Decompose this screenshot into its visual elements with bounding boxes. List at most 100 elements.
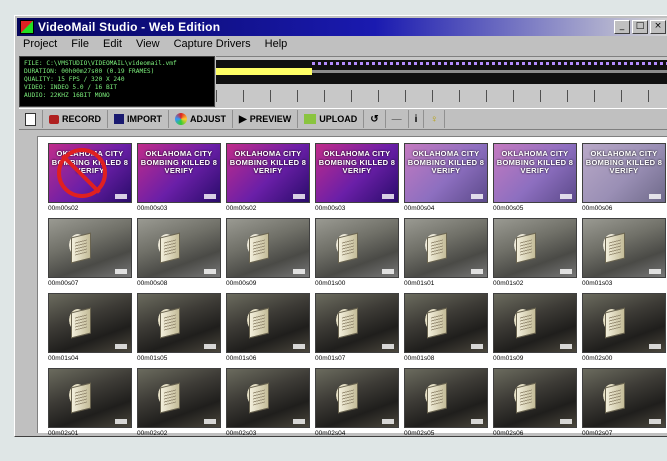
new-document-button[interactable]	[19, 110, 43, 128]
thumbnail[interactable]: OKLAHOMA CITY BOMBING KILLED 8 VERIFY 00m…	[48, 143, 137, 218]
thumbnail-frame	[137, 218, 221, 278]
thumbnail-timecode: 00m01s04	[48, 355, 79, 362]
menu-help[interactable]: Help	[263, 38, 290, 54]
thumbnail[interactable]: OKLAHOMA CITY BOMBING KILLED 8 VERIFY 00m…	[493, 143, 582, 218]
menu-file[interactable]: File	[69, 38, 91, 54]
thumbnail[interactable]: 00m01s09	[493, 293, 582, 368]
thumbnail[interactable]: 00m02s05	[404, 368, 493, 436]
thumbnail[interactable]: 00m02s01	[48, 368, 137, 436]
close-button[interactable]: ×	[650, 20, 666, 34]
thumbnail[interactable]: OKLAHOMA CITY BOMBING KILLED 8 VERIFY 00m…	[137, 143, 226, 218]
logo-badge	[471, 344, 483, 349]
thumbnail-frame	[582, 368, 666, 428]
thumbnail[interactable]: OKLAHOMA CITY BOMBING KILLED 8 VERIFY 00m…	[582, 143, 667, 218]
timeline-ruler	[216, 90, 667, 102]
thumbnail-frame	[404, 218, 488, 278]
thumbnail-frame	[315, 368, 399, 428]
thumbnail-timecode: 00m01s09	[493, 355, 524, 362]
undo-button[interactable]: ↺	[364, 110, 386, 128]
info-quality: QUALITY: 15 FPS / 320 X 240	[24, 76, 125, 83]
logo-badge	[204, 419, 216, 424]
title-card-text: OKLAHOMA CITY BOMBING KILLED 8 VERIFY	[229, 149, 307, 175]
thumbnail-frame	[226, 293, 310, 353]
thumbnail-panel[interactable]: OKLAHOMA CITY BOMBING KILLED 8 VERIFY 00m…	[37, 136, 667, 436]
cut-button[interactable]: —	[386, 110, 409, 128]
thumbnail-frame	[48, 368, 132, 428]
timeline[interactable]	[216, 56, 667, 108]
info-file: FILE: C:\VMSTUDIO\VIDEOMAIL\videomail.vm…	[24, 60, 177, 67]
thumbnail-timecode: 00m01s06	[226, 355, 257, 362]
building-image	[427, 232, 447, 264]
thumbnail[interactable]: 00m01s04	[48, 293, 137, 368]
thumbnail[interactable]: 00m02s00	[582, 293, 667, 368]
thumbnail[interactable]: 00m01s03	[582, 218, 667, 293]
title-bar[interactable]: VideoMail Studio - Web Edition _ □ ×	[17, 18, 667, 36]
building-image	[427, 382, 447, 414]
timeline-selection[interactable]	[216, 68, 312, 75]
thumbnail-frame	[493, 293, 577, 353]
thumbnail[interactable]: 00m00s09	[226, 218, 315, 293]
info-button[interactable]: i	[409, 110, 425, 128]
menu-capture-drivers[interactable]: Capture Drivers	[172, 38, 253, 54]
thumbnail-timecode: 00m01s02	[493, 280, 524, 287]
thumbnail[interactable]: 00m02s02	[137, 368, 226, 437]
thumbnail[interactable]: 00m01s01	[404, 218, 493, 293]
logo-badge	[560, 269, 572, 274]
thumbnail-timecode: 00m02s04	[315, 430, 346, 437]
thumbnail[interactable]: 00m01s06	[226, 293, 315, 368]
upload-button[interactable]: UPLOAD	[298, 110, 365, 128]
menu-project[interactable]: Project	[21, 38, 59, 54]
thumbnail[interactable]: 00m01s00	[315, 218, 404, 293]
logo-badge	[382, 194, 394, 199]
thumbnail[interactable]: 00m01s05	[137, 293, 226, 368]
building-image	[516, 232, 536, 264]
logo-badge	[560, 344, 572, 349]
thumbnail-timecode: 00m01s00	[315, 280, 346, 287]
toolbar: RECORD IMPORT ADJUST ▶ PREVIEW UPLOAD ↺ …	[19, 108, 667, 130]
import-button[interactable]: IMPORT	[108, 110, 170, 128]
logo-badge	[560, 419, 572, 424]
menu-view[interactable]: View	[134, 38, 162, 54]
title-card-text: OKLAHOMA CITY BOMBING KILLED 8 VERIFY	[318, 149, 396, 175]
app-icon[interactable]	[20, 20, 34, 34]
thumbnail[interactable]: OKLAHOMA CITY BOMBING KILLED 8 VERIFY 00m…	[315, 143, 404, 218]
thumbnail-timecode: 00m02s07	[582, 430, 613, 437]
thumbnail[interactable]: 00m01s02	[493, 218, 582, 293]
help-button[interactable]: ♀	[424, 110, 445, 128]
thumbnail[interactable]: 00m00s08	[137, 218, 226, 293]
minimize-button[interactable]: _	[614, 20, 630, 34]
record-button[interactable]: RECORD	[43, 110, 109, 128]
thumbnail[interactable]: 00m02s03	[226, 368, 315, 436]
thumbnail[interactable]: 00m01s07	[315, 293, 404, 368]
thumbnail[interactable]: OKLAHOMA CITY BOMBING KILLED 8 VERIFY 00m…	[226, 143, 315, 218]
logo-badge	[204, 344, 216, 349]
thumbnail-timecode: 00m00s04	[404, 205, 435, 212]
logo-badge	[649, 419, 661, 424]
building-image	[516, 382, 536, 414]
preview-button[interactable]: ▶ PREVIEW	[233, 110, 299, 128]
building-image	[160, 232, 180, 264]
logo-badge	[115, 344, 127, 349]
thumbnail-frame	[582, 218, 666, 278]
building-image	[516, 307, 536, 339]
thumbnail-timecode: 00m01s05	[137, 355, 168, 362]
building-image	[605, 382, 625, 414]
logo-badge	[115, 419, 127, 424]
info-video: VIDEO: INDEO 5.0 / 16 BIT	[24, 84, 118, 91]
adjust-button[interactable]: ADJUST	[169, 110, 234, 128]
logo-badge	[204, 269, 216, 274]
timeline-remaining	[312, 70, 667, 73]
maximize-button[interactable]: □	[632, 20, 648, 34]
title-card-text: OKLAHOMA CITY BOMBING KILLED 8 VERIFY	[585, 149, 663, 175]
window-title: VideoMail Studio - Web Edition	[38, 20, 221, 34]
logo-badge	[293, 344, 305, 349]
thumbnail[interactable]: 00m02s04	[315, 368, 404, 437]
thumbnail-frame	[226, 218, 310, 278]
thumbnail[interactable]: 00m02s07	[582, 368, 667, 437]
thumbnail[interactable]: 00m00s07	[48, 218, 137, 293]
thumbnail[interactable]: OKLAHOMA CITY BOMBING KILLED 8 VERIFY 00m…	[404, 143, 493, 218]
thumbnail-timecode: 00m02s02	[137, 430, 168, 437]
thumbnail[interactable]: 00m02s06	[493, 368, 582, 436]
thumbnail[interactable]: 00m01s08	[404, 293, 493, 368]
menu-edit[interactable]: Edit	[101, 38, 124, 54]
